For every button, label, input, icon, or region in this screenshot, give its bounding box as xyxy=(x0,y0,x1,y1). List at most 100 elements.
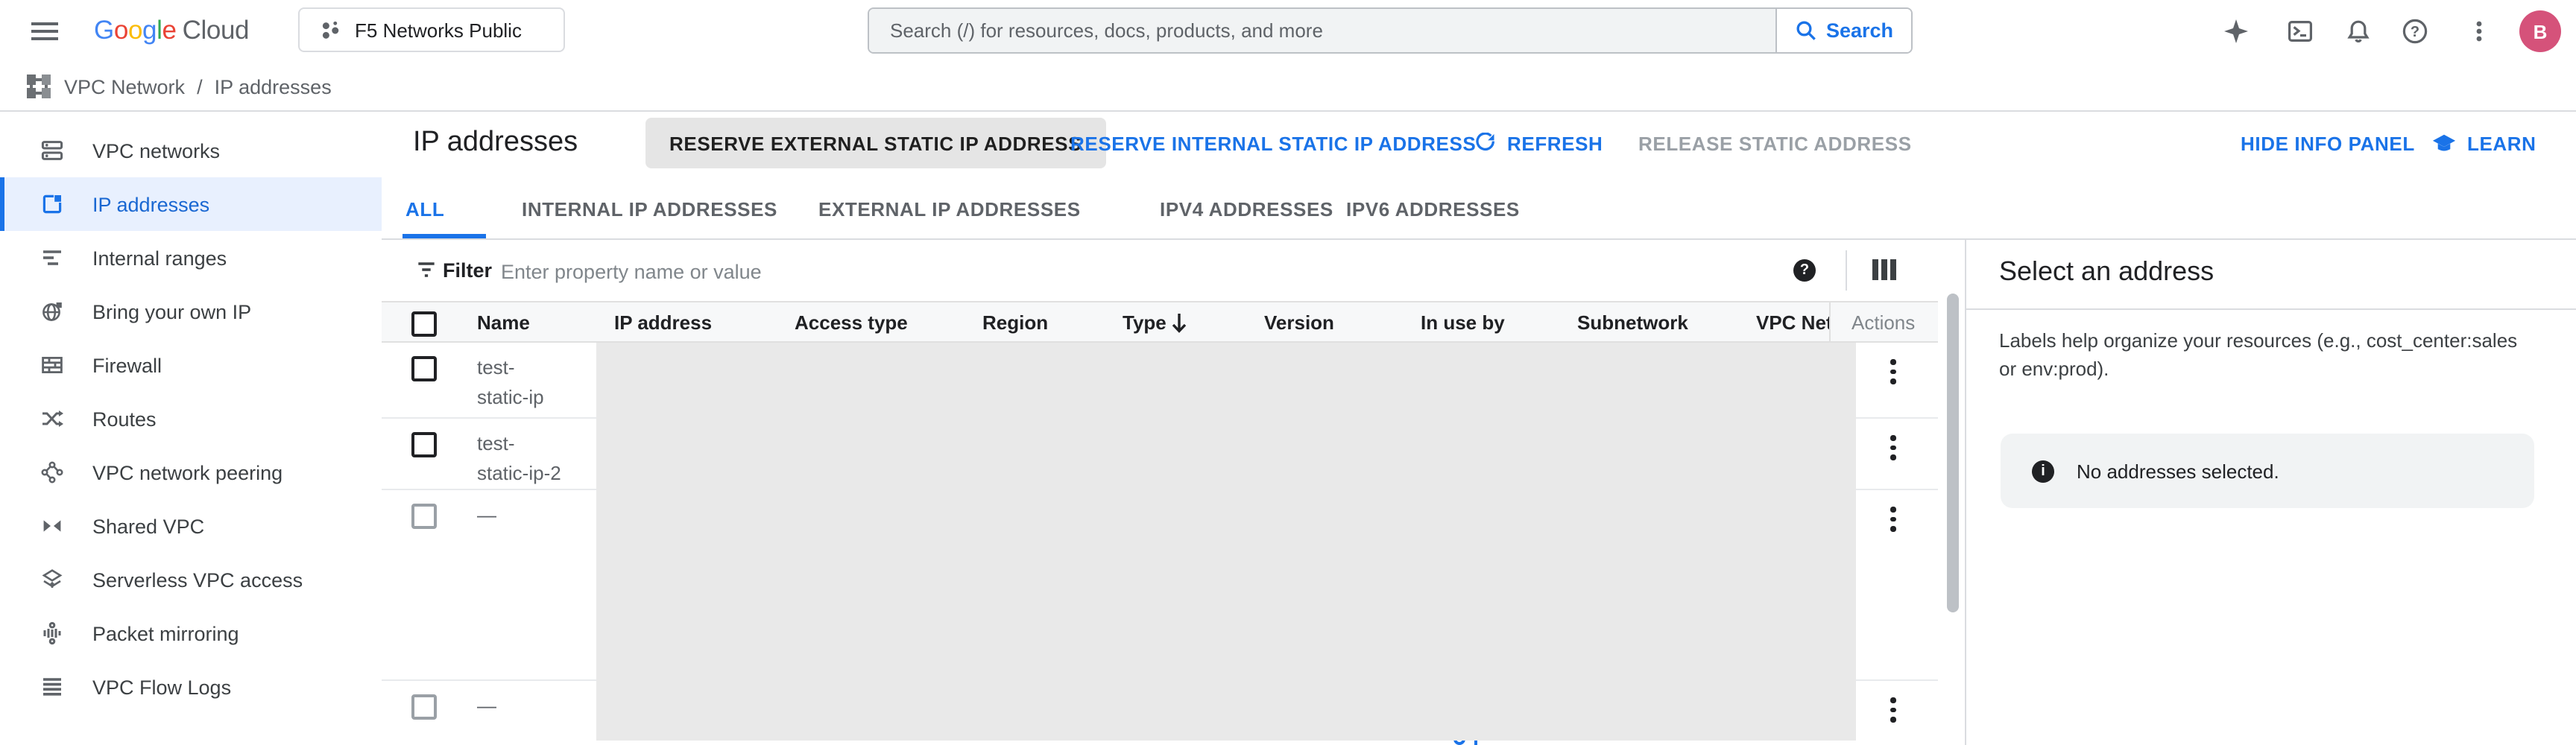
sidebar-item-vpc-flow-logs[interactable]: VPC Flow Logs xyxy=(0,660,382,714)
avatar[interactable]: B xyxy=(2519,10,2561,52)
breadcrumb-section[interactable]: VPC Network xyxy=(64,75,185,98)
filter-icon xyxy=(414,258,438,282)
row-checkbox[interactable] xyxy=(411,356,437,381)
tab-ipv4-addresses[interactable]: IPV4 ADDRESSES xyxy=(1160,198,1333,221)
sidebar-item-routes[interactable]: Routes xyxy=(0,392,382,446)
school-icon xyxy=(2431,130,2457,156)
refresh-button[interactable]: REFRESH xyxy=(1474,118,1603,168)
vpc-networks-icon xyxy=(40,139,64,162)
sidebar-item-label: Packet mirroring xyxy=(92,622,239,644)
column-display-options-icon[interactable] xyxy=(1872,259,1896,280)
row-actions-menu-icon[interactable] xyxy=(1890,435,1896,464)
info-panel-divider xyxy=(1965,240,1966,745)
reserve-internal-label: RESERVE INTERNAL STATIC IP ADDRESS xyxy=(1070,132,1476,154)
sidebar-item-vpc-peering[interactable]: VPC network peering xyxy=(0,446,382,499)
project-selector[interactable]: F5 Networks Public xyxy=(298,7,565,52)
internal-ranges-icon xyxy=(40,246,64,270)
project-icon xyxy=(319,19,341,41)
svg-text:?: ? xyxy=(2411,24,2419,40)
row-name: test-static-ip-2 xyxy=(477,429,611,487)
info-panel-description: Labels help organize your resources (e.g… xyxy=(1999,326,2524,383)
sidebar-item-label: Firewall xyxy=(92,354,162,376)
clipped-blue-text-fragment xyxy=(1453,741,1483,745)
col-header-name[interactable]: Name xyxy=(477,302,530,343)
top-bar: GoogleCloud F5 Networks Public Search ? xyxy=(0,0,2576,64)
sidebar-item-serverless-vpc[interactable]: Serverless VPC access xyxy=(0,553,382,606)
search-button-label: Search xyxy=(1826,19,1893,42)
sidebar-item-label: Bring your own IP xyxy=(92,300,251,323)
row-checkbox[interactable] xyxy=(411,504,437,529)
tab-external-ip-addresses[interactable]: EXTERNAL IP ADDRESSES xyxy=(818,198,1081,221)
release-static-address-button[interactable]: RELEASE STATIC ADDRESS xyxy=(1638,118,1912,168)
hamburger-menu-icon[interactable] xyxy=(31,22,58,40)
filter-input[interactable] xyxy=(498,252,1309,292)
packet-mirroring-icon xyxy=(40,621,64,645)
sidebar-item-firewall[interactable]: Firewall xyxy=(0,338,382,392)
col-header-in-use-by[interactable]: In use by xyxy=(1421,302,1505,343)
col-header-ip-address[interactable]: IP address xyxy=(614,302,712,343)
col-header-version[interactable]: Version xyxy=(1264,302,1334,343)
info-icon: i xyxy=(2032,460,2054,482)
sidebar-item-shared-vpc[interactable]: Shared VPC xyxy=(0,499,382,553)
search-button[interactable]: Search xyxy=(1775,9,1911,52)
refresh-label: REFRESH xyxy=(1507,132,1603,154)
bring-your-own-ip-icon xyxy=(40,299,64,323)
firewall-icon xyxy=(40,353,64,377)
filter-help-icon[interactable]: ? xyxy=(1793,259,1816,282)
vertical-scrollbar[interactable] xyxy=(1947,294,1959,612)
sidebar-nav: VPC networks IP addresses Internal range… xyxy=(0,112,382,745)
col-header-vpc-network[interactable]: VPC Network xyxy=(1756,302,1831,343)
gcp-console: GoogleCloud F5 Networks Public Search ? xyxy=(0,0,2576,745)
filter-label: Filter xyxy=(443,259,492,282)
notifications-bell-icon[interactable] xyxy=(2345,18,2372,45)
col-header-type[interactable]: Type xyxy=(1123,302,1167,343)
breadcrumb-separator: / xyxy=(197,75,203,98)
hide-info-panel-button[interactable]: HIDE INFO PANEL xyxy=(2241,118,2415,168)
sidebar-item-ip-addresses[interactable]: IP addresses xyxy=(0,177,382,231)
search-input[interactable] xyxy=(869,9,1775,52)
search-icon xyxy=(1795,19,1817,42)
logo-cloud-word: Cloud xyxy=(183,15,249,45)
row-name: — xyxy=(477,501,611,530)
row-checkbox[interactable] xyxy=(411,694,437,720)
logo-google-word: Google xyxy=(94,15,177,45)
gemini-sparkle-icon[interactable] xyxy=(2223,18,2250,45)
redacted-table-data-overlay xyxy=(596,343,1856,741)
filter-divider xyxy=(1846,250,1847,291)
serverless-vpc-access-icon xyxy=(40,568,64,592)
global-search: Search xyxy=(868,7,1913,54)
col-header-region[interactable]: Region xyxy=(982,302,1048,343)
row-actions-menu-icon[interactable] xyxy=(1890,697,1896,726)
sidebar-item-internal-ranges[interactable]: Internal ranges xyxy=(0,231,382,285)
row-checkbox[interactable] xyxy=(411,432,437,457)
tab-internal-ip-addresses[interactable]: INTERNAL IP ADDRESSES xyxy=(522,198,777,221)
col-header-access-type[interactable]: Access type xyxy=(795,302,908,343)
reserve-external-button[interactable]: RESERVE EXTERNAL STATIC IP ADDRESS xyxy=(645,118,1105,168)
tab-all[interactable]: ALL xyxy=(405,198,444,221)
sidebar-item-packet-mirroring[interactable]: Packet mirroring xyxy=(0,606,382,660)
tab-ipv6-addresses[interactable]: IPV6 ADDRESSES xyxy=(1346,198,1520,221)
sidebar-item-label: Serverless VPC access xyxy=(92,568,303,591)
project-name: F5 Networks Public xyxy=(355,19,522,41)
select-all-checkbox[interactable] xyxy=(411,311,437,337)
empty-state-message: No addresses selected. xyxy=(2077,460,2279,482)
release-label: RELEASE STATIC ADDRESS xyxy=(1638,132,1912,154)
table-header: Name IP address Access type Region Type … xyxy=(382,301,1938,343)
row-actions-menu-icon[interactable] xyxy=(1890,507,1896,536)
sidebar-item-label: Internal ranges xyxy=(92,247,227,269)
sidebar-item-vpc-networks[interactable]: VPC networks xyxy=(0,124,382,177)
info-panel-title-border xyxy=(1966,308,2576,310)
more-vert-icon[interactable] xyxy=(2466,18,2493,45)
col-header-subnetwork[interactable]: Subnetwork xyxy=(1577,302,1688,343)
sort-descending-icon[interactable] xyxy=(1169,311,1190,334)
help-icon[interactable]: ? xyxy=(2402,18,2428,45)
cloud-shell-icon[interactable] xyxy=(2287,18,2314,45)
learn-button[interactable]: LEARN xyxy=(2431,118,2536,168)
google-cloud-logo[interactable]: GoogleCloud xyxy=(94,15,249,46)
sidebar-item-label: VPC networks xyxy=(92,139,220,162)
sidebar-item-byoip[interactable]: Bring your own IP xyxy=(0,285,382,338)
breadcrumb-page[interactable]: IP addresses xyxy=(215,75,332,98)
row-actions-menu-icon[interactable] xyxy=(1890,359,1896,388)
sidebar-item-label: IP addresses xyxy=(92,193,209,215)
reserve-internal-button[interactable]: RESERVE INTERNAL STATIC IP ADDRESS xyxy=(1070,118,1476,168)
